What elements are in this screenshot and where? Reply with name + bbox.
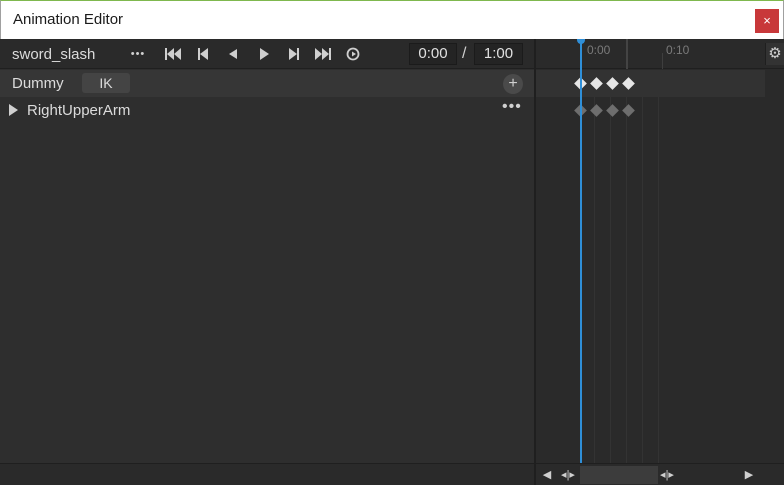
animation-menu-button[interactable]: ••• — [125, 43, 151, 65]
track-row-right-upper-arm[interactable]: RightUpperArm ••• — [0, 97, 535, 124]
end-time-field[interactable]: 1:00 — [474, 43, 523, 65]
track-row-dummy[interactable]: Dummy IK + — [0, 70, 535, 97]
prev-keyframe-icon[interactable] — [190, 43, 216, 65]
keyframe-marker[interactable] — [590, 104, 603, 117]
prev-frame-icon[interactable] — [220, 43, 246, 65]
track-label: Dummy — [12, 75, 64, 92]
time-ruler[interactable]: 0:00 0:10 ⚙ — [536, 39, 784, 69]
keyframe-marker[interactable] — [590, 77, 603, 90]
time-separator: / — [462, 45, 467, 62]
keyframe-row-right-upper-arm — [536, 97, 765, 124]
last-frame-icon[interactable] — [310, 43, 336, 65]
loop-icon[interactable] — [340, 43, 366, 65]
window-titlebar: Animation Editor × — [0, 0, 784, 39]
gear-icon[interactable]: ⚙ — [765, 43, 784, 65]
scroll-thumb[interactable] — [580, 466, 658, 484]
keyframe-marker[interactable] — [606, 104, 619, 117]
scroll-range-end-handle[interactable]: ◂|▸ — [657, 467, 677, 483]
first-frame-icon[interactable] — [160, 43, 186, 65]
play-icon[interactable] — [251, 43, 277, 65]
track-list-footer — [0, 463, 535, 485]
animation-name[interactable]: sword_slash — [12, 46, 95, 63]
grid-line — [658, 70, 659, 463]
close-button[interactable]: × — [755, 9, 779, 33]
track-label: RightUpperArm — [27, 102, 131, 119]
ik-button[interactable]: IK — [82, 73, 130, 93]
playhead[interactable] — [580, 39, 582, 463]
playback-toolbar: sword_slash ••• 0:00 / 1:00 — [0, 39, 535, 69]
keyframe-row-dummy — [536, 70, 765, 97]
track-list-panel: sword_slash ••• 0:00 / 1:00 Dummy IK + R… — [0, 39, 535, 485]
scroll-right-button[interactable]: ▶ — [742, 467, 756, 483]
grid-line — [626, 70, 627, 463]
timeline-panel: 0:00 0:10 ⚙ ◀ ◂|▸ ◂|▸ ▶ — [536, 39, 784, 485]
grid-line — [642, 70, 643, 463]
keyframe-marker[interactable] — [622, 77, 635, 90]
window-title: Animation Editor — [13, 11, 124, 28]
grid-line — [610, 70, 611, 463]
grid-line — [594, 70, 595, 463]
track-menu-button[interactable]: ••• — [502, 98, 522, 116]
next-keyframe-icon[interactable] — [281, 43, 307, 65]
ruler-label: 0:00 — [587, 43, 611, 57]
scroll-range-start-handle[interactable]: ◂|▸ — [558, 467, 578, 483]
timeline-scrollbar[interactable]: ◀ ◂|▸ ◂|▸ ▶ — [536, 463, 784, 485]
ruler-label: 0:10 — [666, 43, 690, 57]
ruler-minor-tick — [662, 53, 663, 69]
keyframe-marker[interactable] — [622, 104, 635, 117]
add-icon[interactable]: + — [503, 74, 523, 94]
keyframe-marker[interactable] — [606, 77, 619, 90]
expand-arrow-icon[interactable] — [9, 104, 18, 116]
current-time-field[interactable]: 0:00 — [409, 43, 457, 65]
scroll-left-button[interactable]: ◀ — [540, 467, 554, 483]
ruler-major-tick — [626, 39, 628, 69]
